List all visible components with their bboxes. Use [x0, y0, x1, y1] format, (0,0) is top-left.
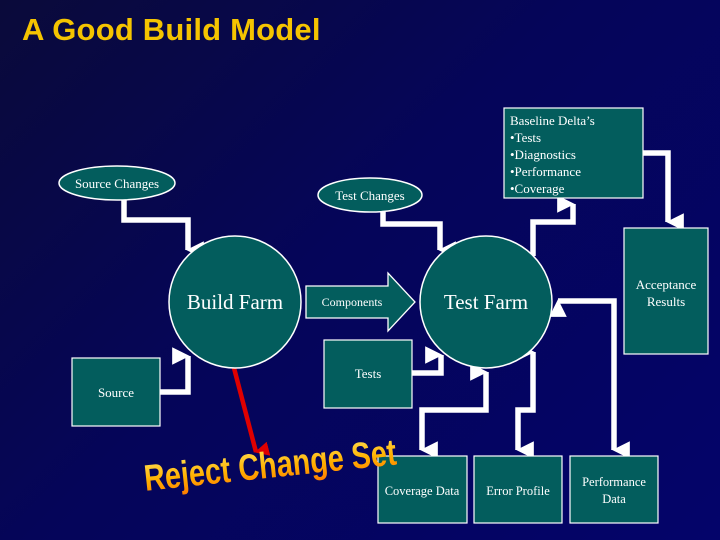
node-performance-data: Performance Data: [569, 455, 659, 524]
test-farm-label: Test Farm: [444, 290, 528, 314]
tests-label: Tests: [355, 366, 382, 381]
test-changes-label: Test Changes: [335, 188, 405, 203]
coverage-data-label: Coverage Data: [385, 484, 460, 498]
connector-tests-to-test-farm: [412, 346, 444, 376]
node-test-farm: Test Farm: [419, 235, 553, 369]
components-label: Components: [322, 295, 383, 309]
source-changes-label: Source Changes: [75, 176, 159, 191]
baseline-item-coverage: •Coverage: [510, 181, 565, 196]
node-acceptance-results: Acceptance Results: [623, 227, 709, 355]
error-profile-label: Error Profile: [486, 484, 550, 498]
node-source-changes: Source Changes: [58, 165, 176, 201]
connector-performance-data-test-farm: [549, 298, 630, 459]
node-tests: Tests: [323, 339, 413, 409]
node-source: Source: [71, 357, 161, 427]
node-baseline-deltas: Baseline Delta’s •Tests •Diagnostics •Pe…: [503, 107, 644, 199]
connector-test-farm-to-baseline: [530, 195, 576, 256]
connector-source-to-build-farm: [160, 347, 191, 395]
build-farm-label: Build Farm: [187, 290, 283, 314]
baseline-item-performance: •Performance: [510, 164, 581, 179]
acceptance-label-line2: Results: [647, 294, 685, 309]
performance-data-label-line2: Data: [602, 492, 626, 506]
baseline-item-diagnostics: •Diagnostics: [510, 147, 576, 162]
connector-test-changes-to-test-farm: [380, 212, 456, 259]
reject-arrow: [231, 367, 271, 456]
baseline-heading: Baseline Delta’s: [510, 113, 595, 128]
connector-error-profile-test-farm: [515, 343, 536, 459]
node-build-farm: Build Farm: [168, 235, 302, 369]
connector-coverage-data-test-farm: [419, 363, 489, 459]
connector-source-changes-to-build-farm: [121, 199, 204, 259]
performance-data-label-line1: Performance: [582, 475, 646, 489]
connector-baseline-to-acceptance: [643, 150, 684, 231]
acceptance-label-line1: Acceptance: [636, 277, 697, 292]
node-components-arrow: Components: [305, 271, 416, 333]
node-test-changes: Test Changes: [317, 177, 423, 213]
node-error-profile: Error Profile: [473, 455, 563, 524]
source-label: Source: [98, 385, 134, 400]
baseline-item-tests: •Tests: [510, 130, 541, 145]
